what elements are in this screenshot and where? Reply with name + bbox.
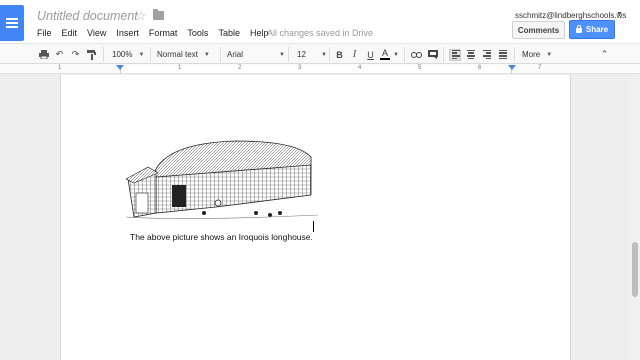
ruler-label: 3	[298, 65, 302, 71]
left-indent-marker[interactable]	[116, 65, 124, 70]
docs-menu-icon[interactable]	[0, 5, 24, 41]
star-icon[interactable]: ☆	[135, 8, 147, 24]
ruler-label: 7	[538, 65, 542, 71]
style-select[interactable]: Normal text ▼	[157, 47, 217, 62]
align-right-icon	[481, 49, 493, 61]
underline-button[interactable]: U	[364, 47, 377, 62]
align-justify-icon	[497, 49, 509, 61]
scrollbar-track[interactable]	[630, 75, 640, 360]
google-docs-window: Untitled document ☆ File Edit View Inser…	[0, 0, 640, 360]
text-color-swatch	[380, 58, 390, 60]
longhouse-image[interactable]	[126, 135, 318, 220]
ruler-label: 2	[238, 65, 242, 71]
header: Untitled document ☆ File Edit View Inser…	[0, 0, 640, 43]
bold-button[interactable]: B	[333, 47, 346, 62]
menu-tools[interactable]: Tools	[187, 28, 208, 38]
align-justify-button[interactable]	[497, 47, 509, 62]
text-cursor	[313, 221, 314, 232]
menu-edit[interactable]: Edit	[62, 28, 78, 38]
more-button[interactable]: More ▼	[522, 47, 558, 62]
text-color-label: A	[381, 48, 388, 58]
collapse-toolbar-icon[interactable]: ⌃	[598, 47, 611, 62]
font-size-select[interactable]: 12 ▼	[297, 47, 327, 62]
comments-button[interactable]: Comments	[512, 21, 565, 39]
align-left-button[interactable]	[449, 47, 461, 62]
ruler[interactable]: 1 1 2 3 4 5 6 7	[0, 64, 640, 74]
document-canvas: The above picture shows an Iroquois long…	[0, 75, 640, 360]
menu-bar: File Edit View Insert Format Tools Table…	[37, 28, 278, 38]
undo-icon[interactable]: ↶	[53, 47, 66, 62]
user-email[interactable]: sschmitz@lindberghschools.ws	[515, 11, 626, 20]
link-icon[interactable]	[410, 47, 423, 62]
share-label: Share	[585, 25, 609, 34]
ruler-label: 4	[358, 65, 362, 71]
menu-file[interactable]: File	[37, 28, 52, 38]
print-icon[interactable]	[37, 47, 50, 62]
menu-insert[interactable]: Insert	[116, 28, 139, 38]
image-caption[interactable]: The above picture shows an Iroquois long…	[130, 232, 313, 242]
lock-icon	[575, 25, 582, 33]
align-left-icon	[449, 48, 461, 61]
align-right-button[interactable]	[481, 47, 493, 62]
right-indent-marker[interactable]	[508, 65, 516, 70]
redo-icon[interactable]: ↷	[69, 47, 82, 62]
align-center-button[interactable]	[465, 47, 477, 62]
document-page[interactable]: The above picture shows an Iroquois long…	[60, 75, 571, 360]
align-center-icon	[465, 49, 477, 61]
share-button[interactable]: Share	[569, 20, 615, 39]
zoom-select[interactable]: 100% ▼	[112, 47, 147, 62]
ruler-label: 1	[58, 65, 62, 71]
font-select[interactable]: Arial ▼	[227, 47, 285, 62]
menu-view[interactable]: View	[87, 28, 106, 38]
folder-icon[interactable]	[153, 9, 164, 20]
italic-button[interactable]: I	[348, 47, 361, 62]
ruler-label: 6	[478, 65, 482, 71]
menu-table[interactable]: Table	[218, 28, 240, 38]
scrollbar-thumb[interactable]	[632, 242, 638, 297]
menu-help[interactable]: Help	[250, 28, 269, 38]
menu-format[interactable]: Format	[149, 28, 178, 38]
comment-icon[interactable]	[426, 47, 439, 62]
toolbar: ↶ ↷ 100% ▼ Normal text ▼ Arial ▼ 12 ▼ B I U …	[0, 43, 640, 64]
ruler-label: 1	[178, 65, 182, 71]
account-caret-icon[interactable]: ▼	[616, 11, 623, 18]
text-color-button[interactable]: A ▼	[380, 47, 400, 62]
ruler-label: 5	[418, 65, 422, 71]
save-status[interactable]: All changes saved in Drive	[267, 28, 373, 38]
paint-format-icon[interactable]	[85, 47, 98, 62]
document-title[interactable]: Untitled document	[37, 9, 138, 23]
